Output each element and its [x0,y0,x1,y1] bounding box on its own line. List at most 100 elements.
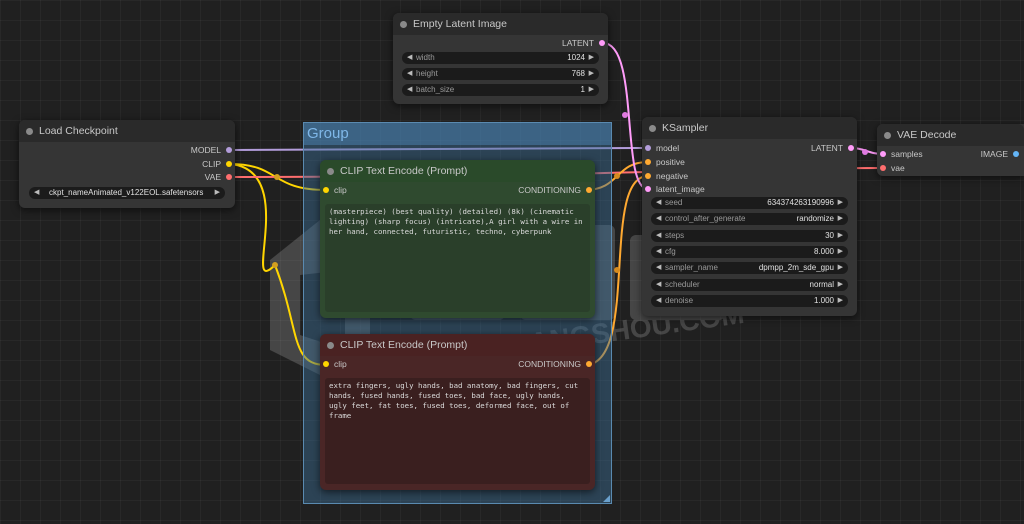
increment-arrow-icon[interactable]: ▶ [838,295,843,307]
increment-arrow-icon[interactable]: ▶ [589,84,594,96]
output-image[interactable]: IMAGE [948,148,1019,160]
increment-arrow-icon[interactable]: ▶ [589,52,594,64]
decrement-arrow-icon[interactable]: ◀ [407,52,412,64]
decrement-arrow-icon[interactable]: ◀ [656,279,661,291]
decrement-arrow-icon[interactable]: ◀ [656,230,661,242]
collapse-dot-icon[interactable] [327,168,334,175]
clip-input-dot-icon[interactable] [323,361,329,367]
denoise-widget[interactable]: ◀ denoise 1.000 ▶ [651,294,848,307]
steps-widget[interactable]: ◀ steps 30 ▶ [651,229,848,242]
widget-label: scheduler [665,279,700,289]
conditioning-output-dot-icon[interactable] [586,187,592,193]
node-title-text: Load Checkpoint [39,125,118,137]
scheduler-widget[interactable]: ◀ scheduler normal ▶ [651,278,848,291]
input-label: samples [891,149,923,159]
prompt-textarea[interactable]: extra fingers, ugly hands, bad anatomy, … [325,378,590,484]
clip-input-dot-icon[interactable] [323,187,329,193]
increment-arrow-icon[interactable]: ▶ [838,279,843,291]
decrement-arrow-icon[interactable]: ◀ [656,262,661,274]
input-negative[interactable]: negative [645,170,688,182]
model-output-dot-icon[interactable] [226,147,232,153]
width-widget[interactable]: ◀ width 1024 ▶ [402,52,599,64]
sampler-name-widget[interactable]: ◀ sampler_name dpmpp_2m_sde_gpu ▶ [651,262,848,275]
decrement-arrow-icon[interactable]: ◀ [656,197,661,209]
increment-arrow-icon[interactable]: ▶ [838,246,843,258]
vae-output-dot-icon[interactable] [226,174,232,180]
input-clip[interactable]: clip [323,358,347,370]
latent-output-dot-icon[interactable] [848,145,854,151]
widget-value: dpmpp_2m_sde_gpu [758,263,834,273]
decrement-arrow-icon[interactable]: ◀ [656,213,661,225]
increment-arrow-icon[interactable]: ▶ [838,262,843,274]
decrement-arrow-icon[interactable]: ◀ [656,295,661,307]
widget-value: 1 [580,85,585,94]
control-after-generate-widget[interactable]: ◀ control_after_generate randomize ▶ [651,213,848,226]
collapse-dot-icon[interactable] [26,128,33,135]
node-title[interactable]: KSampler [642,117,857,139]
output-latent[interactable]: LATENT [494,37,605,49]
output-conditioning[interactable]: CONDITIONING [481,184,592,196]
negative-input-dot-icon[interactable] [645,173,651,179]
prompt-textarea[interactable]: (masterpiece) (best quality) (detailed) … [325,204,590,312]
widget-value: 1.000 [813,295,834,305]
decrement-arrow-icon[interactable]: ◀ [656,246,661,258]
input-vae[interactable]: vae [880,162,905,174]
output-clip[interactable]: CLIP [121,158,232,170]
input-clip[interactable]: clip [323,184,347,196]
seed-widget[interactable]: ◀ seed 634374263190996 ▶ [651,197,848,209]
output-latent[interactable]: LATENT [743,142,854,154]
latent-input-dot-icon[interactable] [645,186,651,192]
node-title[interactable]: CLIP Text Encode (Prompt) [320,334,595,356]
input-label: clip [334,185,347,195]
decrement-arrow-icon[interactable]: ◀ [407,68,412,80]
ksampler-node[interactable]: KSampler model LATENT positive negative … [642,117,857,316]
group-title[interactable]: Group [304,123,611,145]
conditioning-output-dot-icon[interactable] [586,361,592,367]
image-output-dot-icon[interactable] [1013,151,1019,157]
clip-text-encode-negative-node[interactable]: CLIP Text Encode (Prompt) clip CONDITION… [320,334,595,490]
widget-label: batch_size [416,85,455,94]
batch-size-widget[interactable]: ◀ batch_size 1 ▶ [402,84,599,96]
input-label: vae [891,163,905,173]
vae-input-dot-icon[interactable] [880,165,886,171]
collapse-dot-icon[interactable] [400,21,407,28]
group-resize-handle[interactable] [603,495,610,502]
height-widget[interactable]: ◀ height 768 ▶ [402,68,599,80]
node-title[interactable]: CLIP Text Encode (Prompt) [320,160,595,182]
increment-arrow-icon[interactable]: ▶ [589,68,594,80]
output-model[interactable]: MODEL [121,144,232,156]
output-vae[interactable]: VAE [121,171,232,183]
node-title[interactable]: Load Checkpoint [19,120,235,142]
decrement-arrow-icon[interactable]: ◀ [407,84,412,96]
collapse-dot-icon[interactable] [327,342,334,349]
input-samples[interactable]: samples [880,148,923,160]
latent-output-dot-icon[interactable] [599,40,605,46]
ckpt-name-combo[interactable]: ◀ ckpt_nameAnimated_v122EOL.safetensors … [29,187,225,199]
model-input-dot-icon[interactable] [645,145,651,151]
empty-latent-image-node[interactable]: Empty Latent Image LATENT ◀ width 1024 ▶… [393,13,608,104]
samples-input-dot-icon[interactable] [880,151,886,157]
right-arrow-icon[interactable]: ▶ [215,187,220,199]
increment-arrow-icon[interactable]: ▶ [838,230,843,242]
vae-decode-node[interactable]: VAE Decode samples IMAGE vae [877,124,1024,176]
input-model[interactable]: model [645,142,679,154]
collapse-dot-icon[interactable] [884,132,891,139]
output-label: CLIP [202,159,221,169]
increment-arrow-icon[interactable]: ▶ [838,197,843,209]
node-title[interactable]: VAE Decode [877,124,1024,146]
cfg-widget[interactable]: ◀ cfg 8.000 ▶ [651,245,848,258]
output-label: LATENT [562,38,594,48]
load-checkpoint-node[interactable]: Load Checkpoint MODEL CLIP VAE ◀ ckpt_na… [19,120,235,208]
output-conditioning[interactable]: CONDITIONING [481,358,592,370]
left-arrow-icon[interactable]: ◀ [34,187,39,199]
input-label: clip [334,359,347,369]
clip-text-encode-positive-node[interactable]: CLIP Text Encode (Prompt) clip CONDITION… [320,160,595,318]
input-positive[interactable]: positive [645,156,685,168]
increment-arrow-icon[interactable]: ▶ [838,213,843,225]
node-title-text: CLIP Text Encode (Prompt) [340,165,468,177]
positive-input-dot-icon[interactable] [645,159,651,165]
node-title[interactable]: Empty Latent Image [393,13,608,35]
clip-output-dot-icon[interactable] [226,161,232,167]
collapse-dot-icon[interactable] [649,125,656,132]
input-latent-image[interactable]: latent_image [645,183,705,195]
